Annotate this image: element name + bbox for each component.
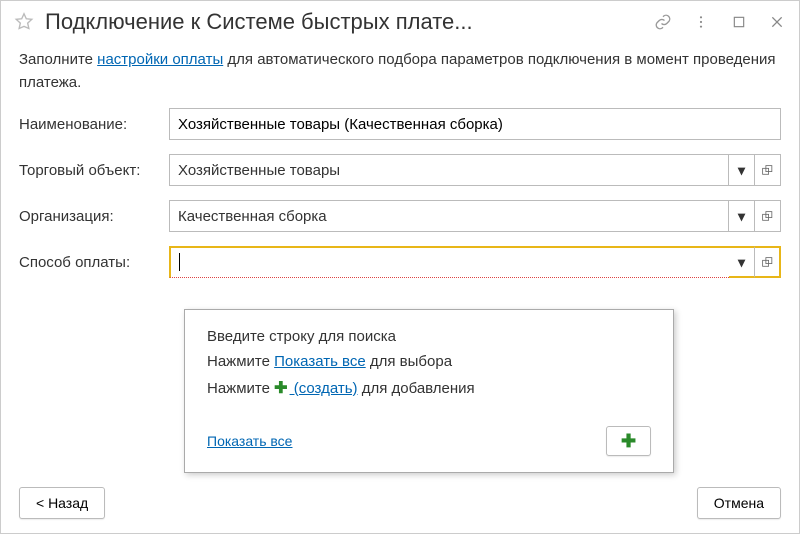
window-title: Подключение к Системе быстрых плате... [45,9,643,35]
row-payment-method: Способ оплаты: ▾ [19,246,781,278]
chevron-down-icon: ▾ [738,163,745,177]
back-button-label: < Назад [36,495,88,511]
payment-method-input[interactable] [169,246,729,278]
dd-showall-prefix: Нажмите [207,353,274,370]
organization-dropdown-button[interactable]: ▾ [729,200,755,232]
field-trade-object-wrap: Хозяйственные товары ▾ [169,154,781,186]
plus-icon: ✚ [621,431,636,452]
row-trade-object: Торговый объект: Хозяйственные товары ▾ [19,154,781,186]
label-organization: Организация: [19,208,169,225]
close-icon[interactable] [767,12,787,32]
dd-showall-suffix: для выбора [366,353,452,370]
label-trade-object: Торговый объект: [19,162,169,179]
dropdown-show-all-link[interactable]: Показать все [274,353,366,370]
trade-object-dropdown-button[interactable]: ▾ [729,154,755,186]
chevron-down-icon: ▾ [738,209,745,223]
maximize-icon[interactable] [729,12,749,32]
dropdown-footer: Показать все ✚ [207,426,651,456]
payment-method-open-button[interactable] [755,246,781,278]
titlebar: Подключение к Системе быстрых плате... [1,1,799,41]
dropdown-create-line: Нажмите ✚ (создать) для добавления [207,378,651,398]
bottom-bar: < Назад Отмена [19,487,781,519]
dd-create-suffix: для добавления [358,380,475,397]
field-payment-method-wrap: ▾ [169,246,781,278]
back-button[interactable]: < Назад [19,487,105,519]
settings-link[interactable]: настройки оплаты [97,51,223,68]
organization-open-button[interactable] [755,200,781,232]
field-name-wrap [169,108,781,140]
dropdown-create-button[interactable]: ✚ [606,426,651,456]
info-text: Заполните настройки оплаты для автоматич… [1,41,799,108]
organization-input[interactable]: Качественная сборка [169,200,729,232]
chevron-down-icon: ▾ [738,255,745,269]
form-area: Наименование: Торговый объект: Хозяйстве… [1,108,799,292]
dd-create-prefix: Нажмите [207,380,274,397]
label-payment-method: Способ оплаты: [19,254,169,271]
row-name: Наименование: [19,108,781,140]
title-controls [653,12,787,32]
row-organization: Организация: Качественная сборка ▾ [19,200,781,232]
cancel-button[interactable]: Отмена [697,487,781,519]
payment-method-dropdown-button[interactable]: ▾ [729,246,755,278]
dropdown-showall-line: Нажмите Показать все для выбора [207,353,651,370]
name-input[interactable] [169,108,781,140]
organization-value: Качественная сборка [178,208,327,225]
open-ref-icon [761,256,774,269]
cancel-button-label: Отмена [714,495,764,511]
plus-icon: ✚ [274,380,287,397]
kebab-menu-icon[interactable] [691,12,711,32]
text-cursor [179,253,180,271]
dialog-window: Подключение к Системе быстрых плате... З… [0,0,800,534]
open-ref-icon [761,164,774,177]
link-icon[interactable] [653,12,673,32]
dropdown-search-hint: Введите строку для поиска [207,328,651,345]
trade-object-open-button[interactable] [755,154,781,186]
label-name: Наименование: [19,116,169,133]
dropdown-footer-show-all[interactable]: Показать все [207,433,292,449]
dropdown-create-link[interactable]: (создать) [290,380,358,397]
trade-object-input[interactable]: Хозяйственные товары [169,154,729,186]
open-ref-icon [761,210,774,223]
trade-object-value: Хозяйственные товары [178,162,340,179]
info-part1: Заполните [19,51,97,68]
favorite-star-icon[interactable] [13,11,35,33]
field-organization-wrap: Качественная сборка ▾ [169,200,781,232]
dropdown-popup: Введите строку для поиска Нажмите Показа… [184,309,674,473]
